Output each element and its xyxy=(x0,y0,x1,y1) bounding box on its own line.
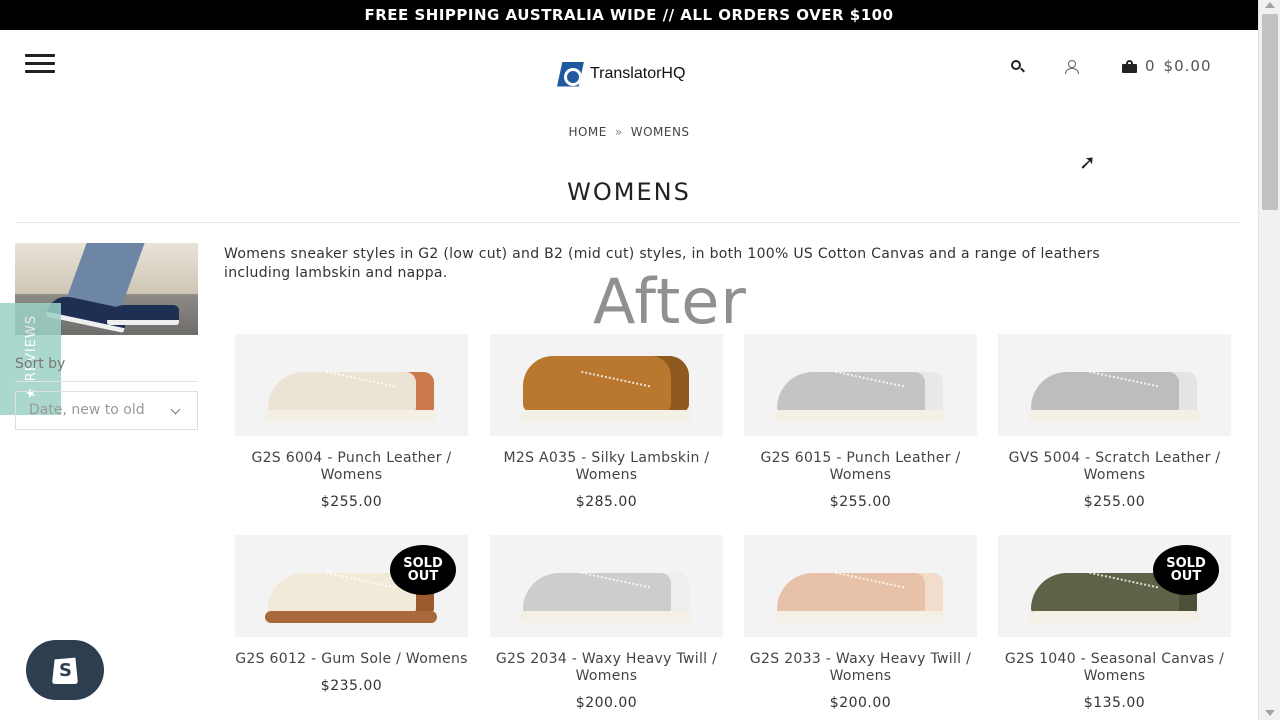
product-name[interactable]: G2S 6004 - Punch Leather / Womens xyxy=(235,450,468,484)
shoe-sole xyxy=(265,410,437,422)
search-icon[interactable] xyxy=(1010,58,1026,76)
account-icon[interactable] xyxy=(1064,58,1080,76)
product-price: $200.00 xyxy=(829,695,892,711)
product-card[interactable]: G2S 2034 - Waxy Heavy Twill / Womens $200… xyxy=(490,535,723,711)
product-price: $200.00 xyxy=(575,695,638,711)
mouse-cursor-icon: ➚ xyxy=(1079,150,1096,174)
product-card[interactable]: G2S 6015 - Punch Leather / Womens $255.00 xyxy=(744,334,977,510)
product-name[interactable]: G2S 1040 - Seasonal Canvas / Womens xyxy=(998,651,1231,685)
product-name[interactable]: GVS 5004 - Scratch Leather / Womens xyxy=(998,450,1231,484)
product-price: $135.00 xyxy=(1083,695,1146,711)
scroll-down-icon[interactable] xyxy=(1265,710,1275,716)
page-scrollbar[interactable] xyxy=(1258,0,1280,720)
cart-button[interactable]: 0 $0.00 xyxy=(1122,56,1212,76)
scroll-up-icon[interactable] xyxy=(1265,2,1275,8)
shoe-sole xyxy=(1028,611,1200,623)
product-name[interactable]: G2S 6012 - Gum Sole / Womens xyxy=(235,651,468,668)
shoe-sole xyxy=(1028,410,1200,422)
product-image[interactable] xyxy=(744,334,977,436)
product-image[interactable] xyxy=(998,334,1231,436)
breadcrumb-home-link[interactable]: HOME xyxy=(568,125,606,139)
product-card[interactable]: G2S 2033 - Waxy Heavy Twill / Womens $200… xyxy=(744,535,977,711)
product-price: $285.00 xyxy=(575,494,638,510)
product-card[interactable]: M2S A035 - Silky Lambskin / Womens $285.0… xyxy=(490,334,723,510)
product-card[interactable]: SOLD OUT G2S 6012 - Gum Sole / Womens $235… xyxy=(235,535,468,694)
product-name[interactable]: M2S A035 - Silky Lambskin / Womens xyxy=(490,450,723,484)
logo-text: TranslatorHQ xyxy=(590,65,686,82)
product-name[interactable]: G2S 6015 - Punch Leather / Womens xyxy=(744,450,977,484)
product-image[interactable]: SOLD OUT xyxy=(998,535,1231,637)
sold-out-badge: SOLD OUT xyxy=(1153,545,1219,595)
sort-label: Sort by xyxy=(15,356,66,372)
product-image[interactable]: SOLD OUT xyxy=(235,535,468,637)
product-name[interactable]: G2S 2034 - Waxy Heavy Twill / Womens xyxy=(490,651,723,685)
breadcrumb: HOME » WOMENS xyxy=(0,125,1258,139)
sold-out-badge: SOLD OUT xyxy=(390,545,456,595)
product-price: $235.00 xyxy=(320,678,383,694)
product-price: $255.00 xyxy=(1083,494,1146,510)
shoe-sole xyxy=(774,611,946,623)
divider xyxy=(15,222,1241,223)
product-price: $255.00 xyxy=(320,494,383,510)
cart-icon xyxy=(1122,59,1137,73)
product-card[interactable]: SOLD OUT G2S 1040 - Seasonal Canvas / Wom… xyxy=(998,535,1231,711)
product-image[interactable] xyxy=(235,334,468,436)
shoe-sole xyxy=(774,410,946,422)
menu-icon[interactable] xyxy=(25,54,55,74)
product-name[interactable]: G2S 2033 - Waxy Heavy Twill / Womens xyxy=(744,651,977,685)
shoe-sole xyxy=(520,410,692,422)
sort-selected-value: Date, new to old xyxy=(29,402,145,418)
product-image[interactable] xyxy=(490,334,723,436)
breadcrumb-current: WOMENS xyxy=(630,125,690,139)
shopify-badge[interactable]: S xyxy=(26,640,104,700)
page-title: WOMENS xyxy=(567,178,691,206)
scrollbar-thumb[interactable] xyxy=(1262,14,1278,210)
product-card[interactable]: GVS 5004 - Scratch Leather / Womens $255.… xyxy=(998,334,1231,510)
cart-total: $0.00 xyxy=(1163,57,1212,75)
product-price: $255.00 xyxy=(829,494,892,510)
product-image[interactable] xyxy=(744,535,977,637)
product-card[interactable]: G2S 6004 - Punch Leather / Womens $255.00 xyxy=(235,334,468,510)
divider xyxy=(15,381,198,382)
site-logo[interactable]: TranslatorHQ xyxy=(557,60,685,88)
sort-select[interactable]: Date, new to old xyxy=(15,391,198,430)
product-image[interactable] xyxy=(490,535,723,637)
cart-count: 0 xyxy=(1145,57,1156,75)
announcement-bar: FREE SHIPPING AUSTRALIA WIDE // ALL ORDE… xyxy=(0,0,1258,30)
shoe-sole xyxy=(265,611,437,623)
breadcrumb-separator: » xyxy=(614,125,623,139)
shoe-sole xyxy=(520,611,692,623)
shopify-s-icon: S xyxy=(59,660,72,681)
watermark-text: After xyxy=(593,265,747,338)
chevron-down-icon xyxy=(170,404,181,415)
logo-icon xyxy=(557,61,584,87)
